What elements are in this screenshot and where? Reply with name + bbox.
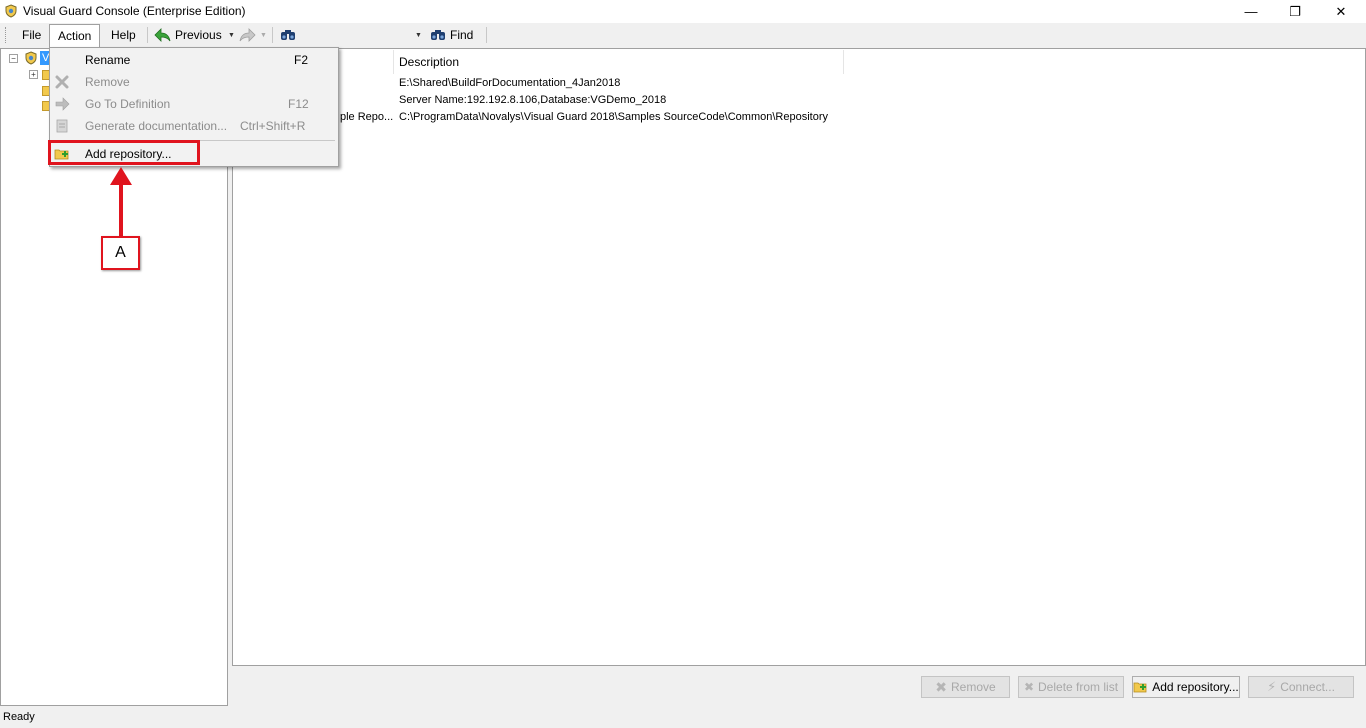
menu-action[interactable]: Action bbox=[49, 24, 101, 48]
close-icon: ✕ bbox=[1335, 3, 1347, 19]
connect-button-label: Connect... bbox=[1280, 680, 1335, 694]
delete-from-list-button[interactable]: ✖ Delete from list bbox=[1018, 676, 1124, 698]
find-button[interactable]: Find bbox=[430, 24, 473, 46]
list-item-name[interactable]: ple Repo... bbox=[340, 110, 393, 124]
list-item-description[interactable]: E:\Shared\BuildForDocumentation_4Jan2018 bbox=[399, 76, 620, 90]
tree-collapse-icon[interactable]: − bbox=[9, 54, 18, 63]
menu-item-label: Go To Definition bbox=[85, 97, 171, 111]
binoculars-icon bbox=[281, 30, 295, 40]
remove-button[interactable]: ✖ Remove bbox=[921, 676, 1010, 698]
document-icon bbox=[56, 119, 68, 133]
annotation-callout: A bbox=[101, 236, 140, 270]
previous-button[interactable]: Previous bbox=[154, 24, 222, 46]
x-icon bbox=[55, 75, 69, 89]
folder-add-icon bbox=[1133, 682, 1147, 693]
delete-from-list-label: Delete from list bbox=[1038, 680, 1119, 694]
add-repository-label: Add repository... bbox=[1152, 680, 1239, 694]
x-icon: ✖ bbox=[935, 678, 948, 695]
next-dropdown-arrow[interactable]: ▼ bbox=[260, 24, 267, 46]
app-shield-icon bbox=[5, 4, 17, 18]
arrow-right-icon bbox=[55, 97, 70, 111]
toolbar-separator bbox=[272, 27, 273, 43]
restore-icon: ❐ bbox=[1289, 3, 1301, 19]
menu-item-shortcut: Ctrl+Shift+R bbox=[240, 119, 306, 133]
binoculars-icon bbox=[431, 30, 445, 40]
menu-item-generate-documentation[interactable]: Generate documentation... Ctrl+Shift+R bbox=[50, 115, 337, 137]
back-arrow-icon bbox=[154, 28, 171, 42]
root-shield-icon bbox=[25, 51, 37, 65]
minimize-button[interactable]: — bbox=[1228, 0, 1274, 23]
menu-file[interactable]: File bbox=[14, 24, 49, 46]
toolbar-separator bbox=[147, 27, 148, 43]
menu-item-shortcut: F2 bbox=[294, 53, 309, 67]
restore-button[interactable]: ❐ bbox=[1272, 0, 1318, 23]
toolbar-separator bbox=[486, 27, 487, 43]
tree-expand-icon[interactable]: + bbox=[29, 70, 38, 79]
menu-help[interactable]: Help bbox=[103, 24, 144, 46]
delete-icon: ✖ bbox=[1023, 680, 1035, 694]
menu-item-shortcut: F12 bbox=[288, 97, 309, 111]
toolbar-grip[interactable] bbox=[5, 27, 8, 43]
menu-item-rename[interactable]: Rename F2 bbox=[50, 49, 337, 71]
status-text: Ready bbox=[3, 711, 35, 723]
connect-button[interactable]: ⚡ Connect... bbox=[1248, 676, 1354, 698]
annotation-highlight-box bbox=[48, 140, 200, 165]
menu-item-label: Generate documentation... bbox=[85, 119, 228, 133]
column-divider[interactable] bbox=[393, 50, 394, 74]
repository-list[interactable] bbox=[232, 48, 1366, 666]
menu-item-remove[interactable]: Remove bbox=[50, 71, 337, 93]
status-bar bbox=[0, 708, 1366, 728]
list-item-description[interactable]: C:\ProgramData\Novalys\Visual Guard 2018… bbox=[399, 110, 828, 124]
add-repository-button[interactable]: Add repository... bbox=[1132, 676, 1240, 698]
plug-icon: ⚡ bbox=[1267, 679, 1277, 694]
list-item-description[interactable]: Server Name:192.192.8.106,Database:VGDem… bbox=[399, 93, 666, 107]
find-dropdown-arrow[interactable]: ▼ bbox=[415, 24, 422, 46]
window-title: Visual Guard Console (Enterprise Edition… bbox=[23, 4, 246, 18]
find-label: Find bbox=[450, 28, 474, 42]
forward-arrow-icon bbox=[239, 28, 256, 42]
remove-button-label: Remove bbox=[951, 680, 996, 694]
minimize-icon: — bbox=[1244, 4, 1258, 19]
binoculars-button[interactable] bbox=[280, 24, 296, 46]
menu-item-go-to-definition[interactable]: Go To Definition F12 bbox=[50, 93, 337, 115]
column-divider[interactable] bbox=[843, 50, 844, 74]
menu-item-label: Rename bbox=[85, 53, 131, 67]
previous-label: Previous bbox=[175, 28, 222, 42]
menu-item-label: Remove bbox=[85, 75, 130, 89]
close-button[interactable]: ✕ bbox=[1318, 0, 1364, 23]
next-button[interactable] bbox=[239, 24, 256, 46]
annotation-arrow-shaft bbox=[119, 182, 123, 237]
previous-dropdown-arrow[interactable]: ▼ bbox=[228, 24, 235, 46]
column-header-description[interactable]: Description bbox=[399, 50, 459, 74]
